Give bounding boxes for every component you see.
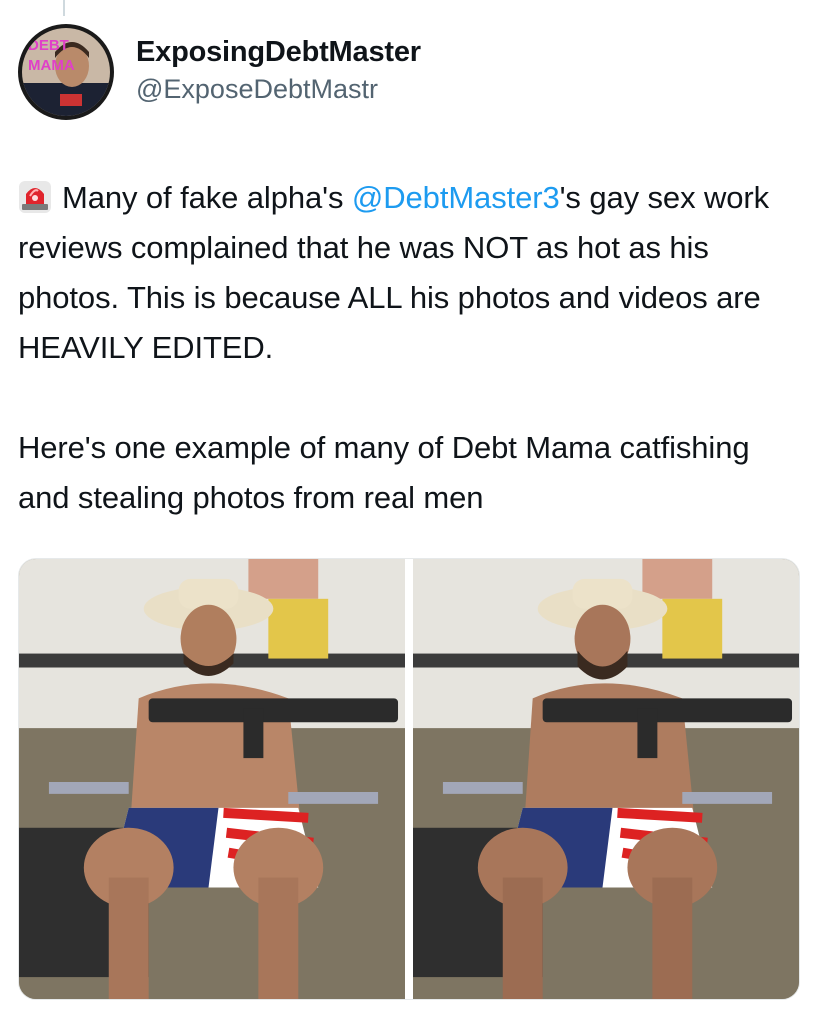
tweet-text-segment: Many of fake alpha's	[62, 180, 352, 215]
author-names: ExposingDebtMaster @ExposeDebtMastr	[136, 34, 421, 106]
tweet-text: Many of fake alpha's @DebtMaster3's gay …	[18, 173, 803, 523]
avatar-text-debt: DEBT	[28, 37, 69, 54]
photo-2[interactable]	[413, 559, 799, 999]
avatar-text-mama: MAMA	[28, 57, 75, 74]
user-handle[interactable]: @ExposeDebtMastr	[136, 72, 421, 106]
tweet-paragraph-2: Here's one example of many of Debt Mama …	[18, 430, 750, 515]
avatar[interactable]: DEBT MAMA	[18, 24, 114, 120]
tweet-paragraph-1: Many of fake alpha's @DebtMaster3's gay …	[18, 173, 803, 373]
media-grid	[18, 558, 800, 1000]
mention-link[interactable]: @DebtMaster3	[352, 180, 560, 215]
tweet-header: DEBT MAMA ExposingDebtMaster @ExposeDebt…	[18, 24, 798, 120]
display-name[interactable]: ExposingDebtMaster	[136, 34, 421, 70]
photo-1[interactable]	[19, 559, 405, 999]
thread-connector-line	[63, 0, 65, 16]
siren-icon	[18, 179, 52, 213]
